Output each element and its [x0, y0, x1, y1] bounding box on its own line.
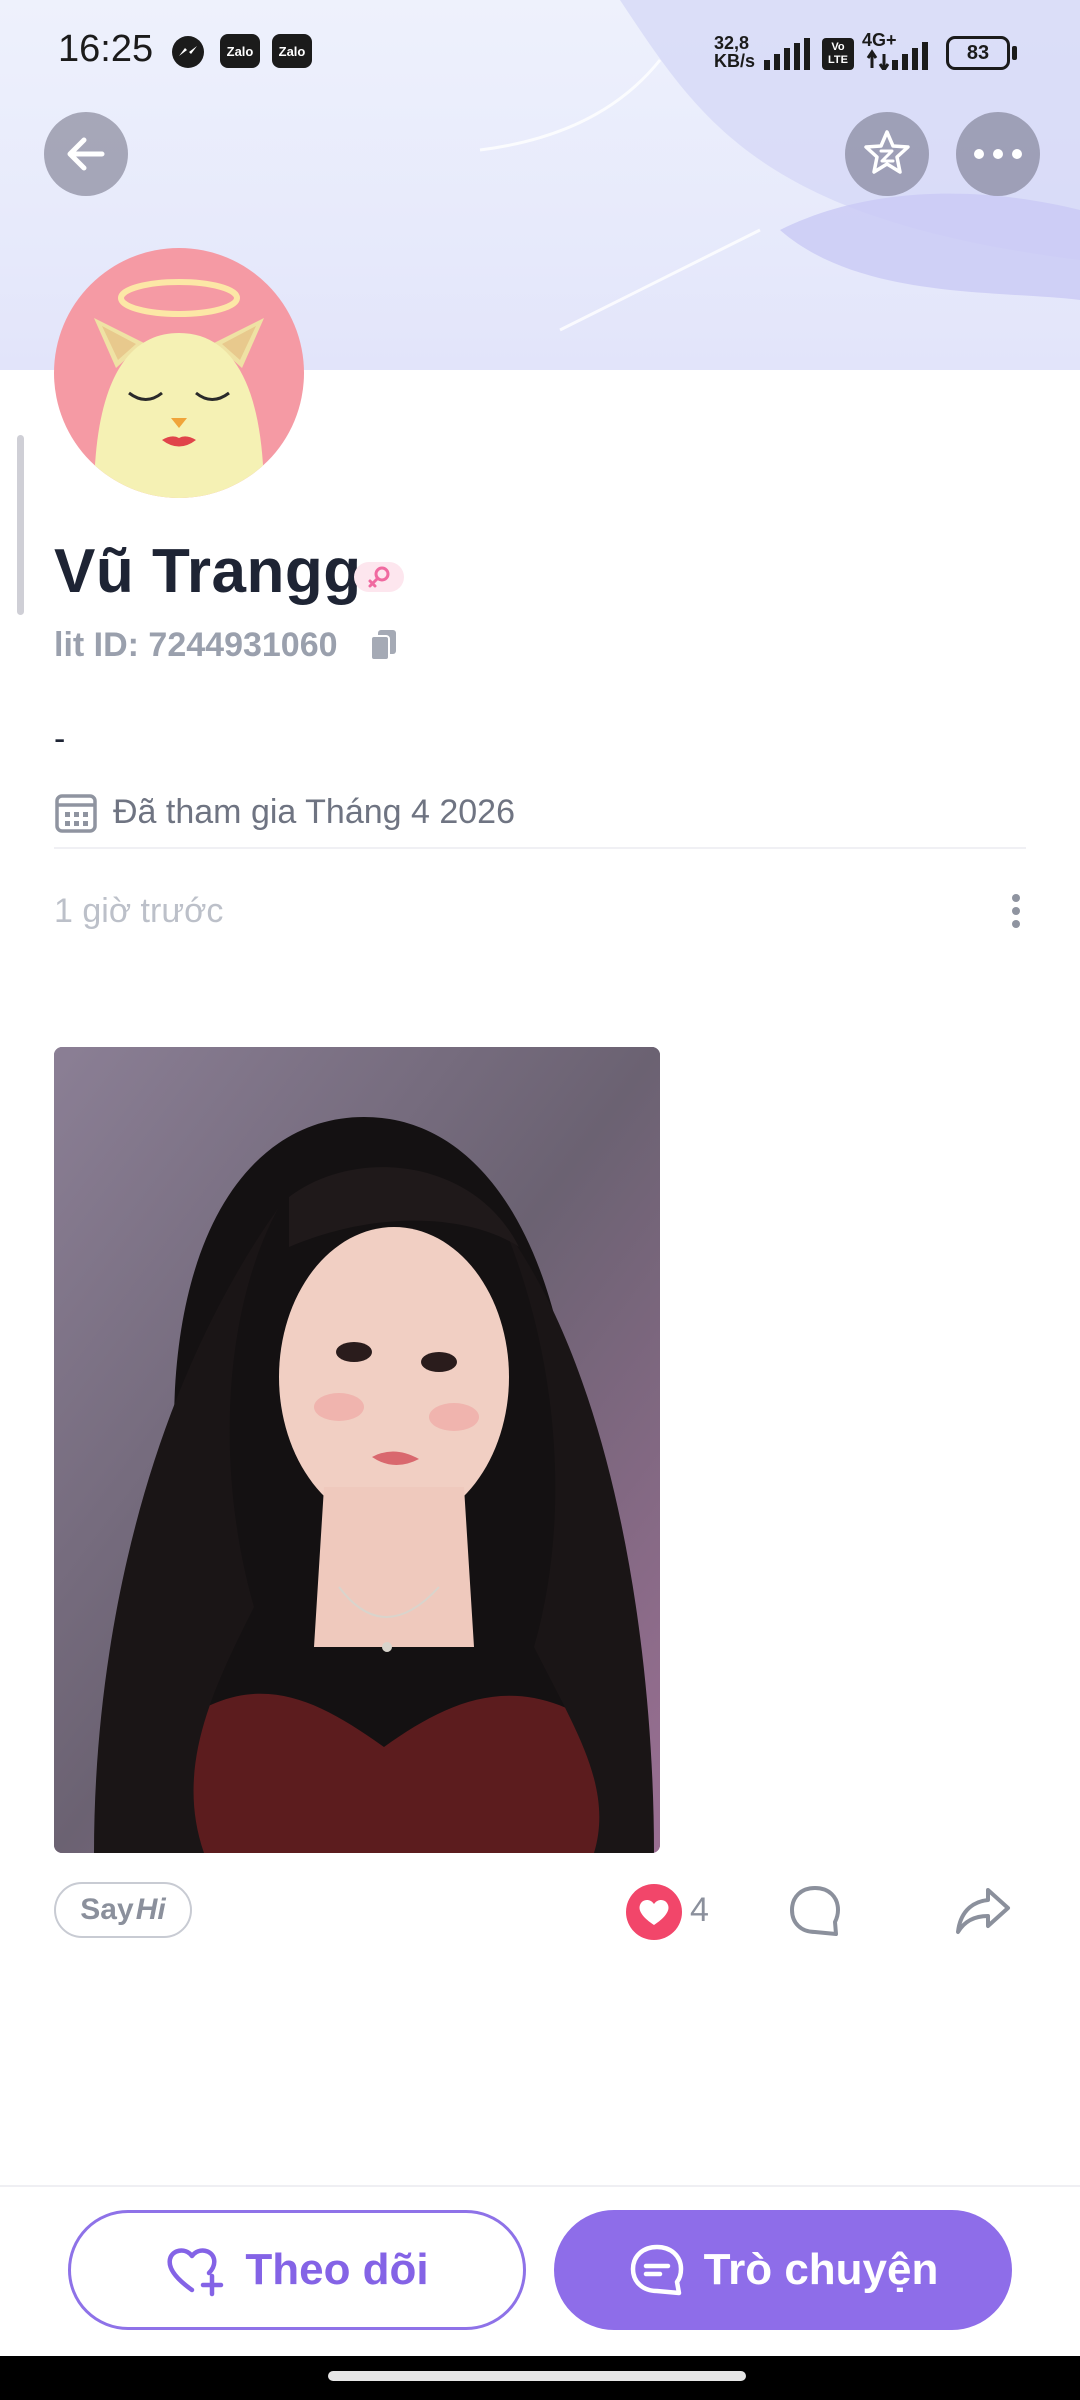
gender-badge — [354, 562, 404, 592]
chat-bubble-icon — [630, 2244, 683, 2296]
signal-4g-icon — [866, 42, 928, 70]
female-icon — [368, 566, 390, 588]
avatar-cat-illustration — [94, 279, 264, 498]
scroll-indicator — [17, 435, 24, 615]
chat-label: Trò chuyện — [703, 2245, 939, 2294]
favorite-button[interactable] — [845, 112, 929, 196]
profile-screen: 16:25 Zalo Zalo 32,8 KB/s Vo LTE 4G+ 83 … — [0, 0, 1080, 2400]
lit-id: lit ID: 7244931060 — [54, 626, 338, 664]
heart-icon — [639, 1899, 669, 1925]
profile-bio: - — [54, 720, 66, 758]
chat-button[interactable]: Trò chuyện — [554, 2210, 1012, 2330]
volte-icon: Vo LTE — [822, 38, 854, 70]
avatar[interactable] — [54, 248, 304, 498]
home-gesture-handle[interactable] — [328, 2371, 746, 2381]
more-button[interactable] — [956, 112, 1040, 196]
status-time: 16:25 — [58, 28, 154, 70]
post-time: 1 giờ trước — [54, 892, 224, 930]
joined-date: Đã tham gia Tháng 4 2026 — [113, 793, 515, 831]
copy-icon[interactable] — [368, 628, 400, 662]
post-photo[interactable] — [54, 1047, 660, 1853]
divider — [54, 847, 1026, 849]
like-count: 4 — [690, 1891, 709, 1929]
zalo-icon: Zalo — [220, 34, 260, 68]
share-icon[interactable] — [952, 1882, 1014, 1940]
signal-icon — [764, 38, 810, 70]
calendar-icon — [55, 794, 97, 833]
battery-indicator: 83 — [946, 36, 1010, 70]
zalo-icon: Zalo — [272, 34, 312, 68]
heart-plus-icon — [167, 2248, 224, 2297]
messenger-icon — [172, 36, 204, 68]
bottom-bar-divider — [0, 2185, 1080, 2187]
arrow-left-icon — [67, 137, 105, 171]
comment-icon[interactable] — [786, 1882, 844, 1940]
say-hi-button[interactable]: Say Hi — [54, 1882, 192, 1938]
post-more-vertical-icon[interactable] — [1010, 893, 1022, 929]
like-button[interactable] — [626, 1884, 682, 1940]
star-z-icon — [864, 130, 910, 174]
follow-button[interactable]: Theo dõi — [68, 2210, 526, 2330]
back-button[interactable] — [44, 112, 128, 196]
battery-tip — [1012, 46, 1017, 60]
portrait-photo-illustration — [54, 1047, 660, 1853]
network-speed: 32,8 KB/s — [714, 33, 756, 71]
status-bar: 16:25 Zalo Zalo 32,8 KB/s Vo LTE 4G+ 83 — [0, 0, 1080, 100]
more-horizontal-icon — [974, 149, 1022, 159]
profile-name: Vũ Trangg — [54, 537, 362, 606]
follow-label: Theo dõi — [245, 2245, 429, 2294]
